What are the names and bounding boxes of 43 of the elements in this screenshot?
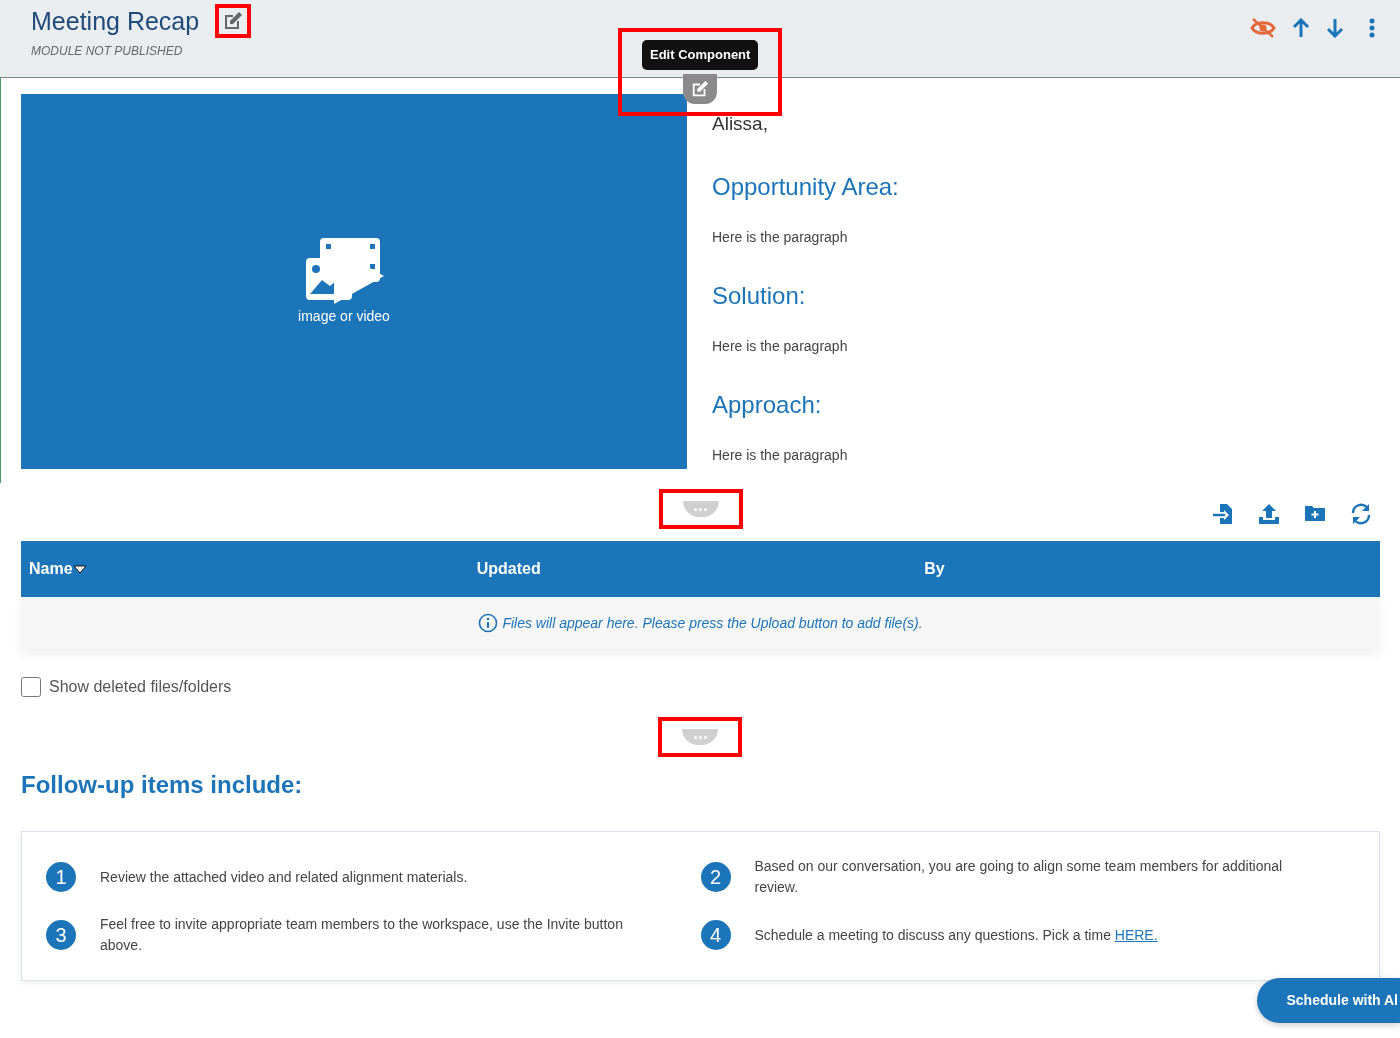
media-placeholder[interactable]: image or video	[21, 94, 687, 469]
section-paragraph: Here is the paragraph	[712, 227, 849, 247]
section-handle[interactable]	[682, 729, 718, 745]
schedule-button[interactable]: Schedule with Al	[1256, 978, 1400, 1023]
sort-caret-icon[interactable]	[72, 564, 87, 574]
greeting: Alissa,	[712, 112, 769, 136]
followup-item: Based on our conversation, you are going to align some team members for additional review.	[754, 857, 1284, 897]
here-link[interactable]: HERE.	[1114, 926, 1158, 943]
file-import-icon[interactable]	[1212, 503, 1234, 525]
edit-icon[interactable]	[222, 11, 245, 31]
refresh-icon[interactable]	[1350, 503, 1372, 525]
column-header[interactable]: Name	[29, 557, 73, 581]
media-caption: image or video	[298, 307, 390, 326]
followup-item: Review the attached video and related alignment materials.	[100, 867, 468, 887]
followup-heading: Follow-up items include:	[20, 770, 304, 800]
section-paragraph: Here is the paragraph	[712, 336, 849, 356]
module-status: MODULE NOT PUBLISHED	[31, 43, 183, 60]
number-circle: 3	[46, 920, 76, 950]
upload-icon[interactable]	[1258, 503, 1280, 525]
more-icon[interactable]	[1368, 18, 1376, 38]
followup-item: Schedule a meeting to discuss any questions. Pick a time HERE.	[754, 925, 1158, 945]
arrow-up-icon[interactable]	[1292, 18, 1310, 38]
number-circle: 2	[700, 862, 731, 892]
section-heading: Solution:	[712, 280, 807, 311]
folder-plus-icon[interactable]	[1304, 503, 1326, 523]
eye-slash-icon[interactable]	[1250, 18, 1276, 38]
arrow-down-icon[interactable]	[1326, 18, 1344, 38]
followup-item: Feel free to invite appropriate team members to the workspace, use the Invite button above.	[100, 915, 624, 955]
module-title: Meeting Recap	[31, 5, 200, 37]
column-header[interactable]: Updated	[476, 557, 541, 581]
section-handle[interactable]	[682, 501, 719, 517]
column-header[interactable]: By	[924, 557, 945, 581]
edit-icon[interactable]	[683, 73, 718, 104]
section-heading: Approach:	[712, 389, 823, 420]
tooltip: Edit Component	[642, 40, 759, 70]
show-deleted-checkbox[interactable]	[21, 677, 41, 697]
number-circle: 4	[700, 920, 731, 950]
info-icon	[478, 613, 499, 633]
empty-message: Files will appear here. Please press the Upload button to add file(s).	[502, 613, 923, 633]
section-heading: Opportunity Area:	[712, 171, 899, 202]
checkbox-label[interactable]: Show deleted files/folders	[49, 675, 232, 699]
number-circle: 1	[46, 862, 76, 892]
section-paragraph: Here is the paragraph	[712, 445, 849, 465]
